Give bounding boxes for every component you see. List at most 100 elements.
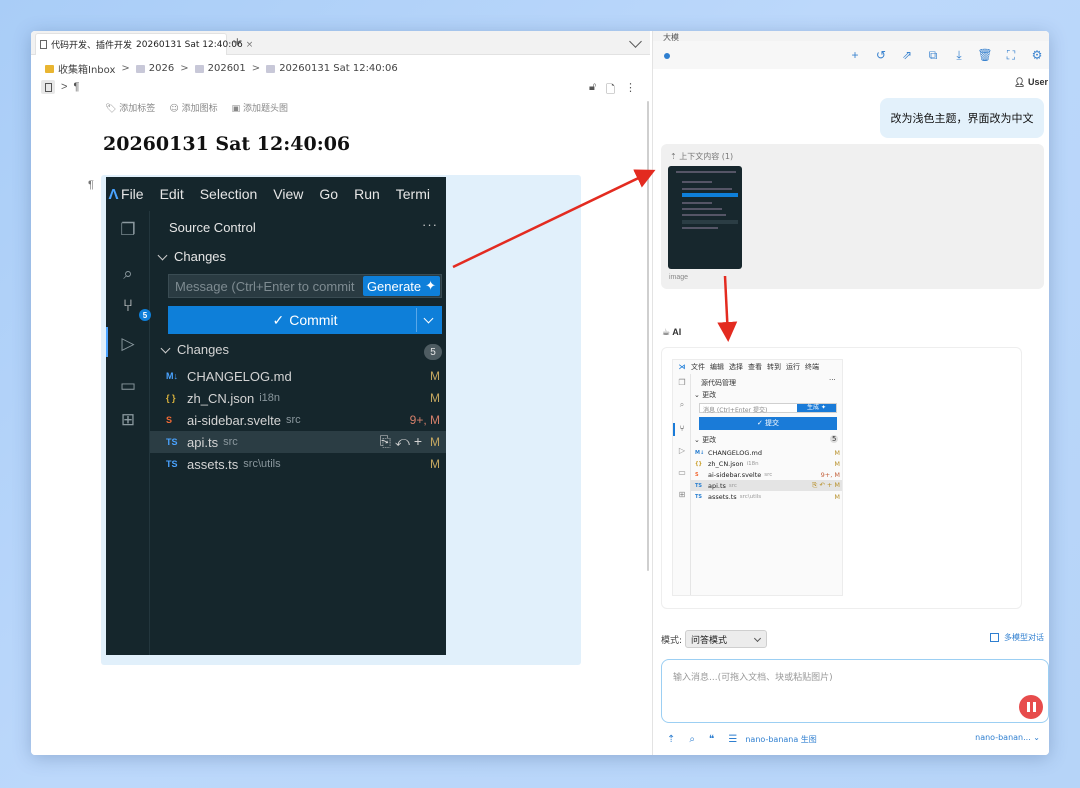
more-icon[interactable]: ⋮ bbox=[625, 81, 636, 100]
breadcrumb-separator: > bbox=[180, 63, 189, 74]
vscode-logo-icon: ⋊ bbox=[678, 363, 686, 371]
chevron-right-icon: ⇡ bbox=[670, 152, 677, 161]
changes-count-badge: 5 bbox=[424, 344, 442, 360]
close-icon[interactable]: × bbox=[246, 40, 254, 50]
app-window: 代码开发、插件开发 20260131 Sat 12:40:06 × + 收集箱I… bbox=[31, 31, 1049, 755]
source-control-icon: ⑂ bbox=[679, 424, 685, 433]
json-icon: { } bbox=[166, 393, 176, 403]
file-name: CHANGELOG.md bbox=[187, 368, 292, 384]
settings-icon[interactable]: ⚙ bbox=[1030, 48, 1044, 62]
generate-label: Generate bbox=[366, 278, 422, 294]
input-toolbar: ⇡ ⌕ ❝ ☰ nano-banana 生图 nano-banan... ⌄ bbox=[661, 731, 1044, 747]
menu-edit: Edit bbox=[159, 186, 184, 202]
menu-go: Go bbox=[319, 186, 339, 202]
document-icon bbox=[135, 64, 145, 73]
typescript-icon: TS bbox=[166, 437, 178, 447]
multi-model-button[interactable]: 多模型对话 bbox=[990, 632, 1044, 643]
file-dir: src bbox=[285, 414, 301, 426]
run-debug-icon: ▷ bbox=[121, 334, 135, 353]
light-file-row: M↓ CHANGELOG.md M bbox=[695, 448, 840, 457]
source-control-icon: ⑂ 5 bbox=[117, 295, 151, 321]
delete-icon[interactable]: 🗑︎ bbox=[977, 48, 992, 62]
chevron-down-icon bbox=[160, 343, 171, 353]
pause-icon bbox=[1026, 702, 1030, 712]
chevron-down-icon[interactable] bbox=[629, 35, 642, 48]
file-name: assets.ts bbox=[187, 456, 239, 472]
search-icon[interactable]: ⌕ bbox=[689, 734, 695, 745]
light-file-row: TS api.ts src ⎘ ↶ + M bbox=[691, 480, 842, 491]
menu-terminal: Termi bbox=[395, 186, 430, 202]
quote-icon[interactable]: ❝ bbox=[709, 734, 714, 745]
chat-input[interactable]: 输入消息...(可拖入文档、块或粘贴图片) bbox=[661, 659, 1049, 723]
add-tab-icon[interactable]: + bbox=[233, 34, 242, 51]
open-external-icon[interactable]: ⇗ bbox=[900, 48, 914, 62]
context-caption: image bbox=[669, 274, 689, 281]
file-dir: src bbox=[223, 436, 238, 448]
breadcrumb-item-inbox[interactable]: 收集箱Inbox bbox=[45, 61, 115, 76]
light-file-row: {} zh_CN.json i18n M bbox=[695, 459, 840, 468]
ai-label: ☕︎ AI bbox=[662, 327, 681, 338]
tab-doc-label: 20260131 Sat 12:40:06 bbox=[136, 39, 243, 50]
add-icon-button[interactable]: ☺ 添加图标 bbox=[169, 101, 217, 114]
tab-notebook-label: 代码开发、插件开发 bbox=[51, 41, 133, 51]
add-tag-button[interactable]: 🏷︎ 添加标签 bbox=[105, 101, 155, 114]
upload-icon[interactable]: ⇡ bbox=[667, 734, 675, 745]
generated-image[interactable]: ⋊ 文件 编辑 选择 查看 转到 运行 终端 ❐ ⌕ ⑂ ▷ ▭ ⊞ 源代码管理… bbox=[672, 359, 843, 596]
stop-button[interactable] bbox=[1019, 695, 1043, 719]
multi-model-label: 多模型对话 bbox=[1004, 633, 1044, 642]
light-changes-count: 5 bbox=[830, 435, 839, 443]
file-status: M bbox=[430, 391, 440, 405]
breadcrumb-item-doc[interactable]: 20260131 Sat 12:40:06 bbox=[266, 63, 398, 74]
mode-row: 模式: 问答模式 多模型对话 bbox=[661, 629, 1044, 649]
light-menubar: ⋊ 文件 编辑 选择 查看 转到 运行 终端 bbox=[673, 360, 842, 374]
file-icon[interactable]: 🗋︎ bbox=[606, 81, 615, 100]
breadcrumb-item-month[interactable]: 202601 bbox=[194, 63, 246, 74]
typescript-icon: TS bbox=[166, 459, 178, 469]
file-dir: i18n bbox=[259, 392, 280, 404]
editor-pane: 代码开发、插件开发 20260131 Sat 12:40:06 × + 收集箱I… bbox=[31, 31, 650, 755]
commit-button: ✓ Commit bbox=[168, 306, 442, 334]
chat-input-placeholder: 输入消息...(可拖入文档、块或粘贴图片) bbox=[673, 673, 833, 683]
page-title[interactable]: 20260131 Sat 12:40:06 bbox=[103, 133, 350, 155]
changes-header-label: Changes bbox=[174, 249, 227, 264]
stage-icon: + bbox=[413, 433, 426, 449]
doc-type-button[interactable] bbox=[41, 80, 55, 94]
context-image-thumbnail[interactable] bbox=[668, 166, 742, 269]
doc-toolbar: > ¶ bbox=[41, 80, 79, 94]
add-cover-button[interactable]: ▣ 添加题头图 bbox=[232, 101, 288, 114]
search-icon: ⌕ bbox=[123, 264, 133, 283]
tab-document[interactable]: 代码开发、插件开发 20260131 Sat 12:40:06 × bbox=[35, 33, 253, 55]
file-row: S ai-sidebar.svelte src 9+, M bbox=[150, 409, 446, 431]
user-label: 👤︎ User bbox=[1014, 77, 1048, 88]
breadcrumb-label: 2026 bbox=[148, 63, 175, 74]
add-icon-label: 添加图标 bbox=[181, 104, 218, 114]
fullscreen-icon[interactable]: ⛶ bbox=[1004, 48, 1018, 62]
model-tool-button[interactable]: nano-banana 生图 bbox=[745, 734, 816, 745]
light-panel-title: 源代码管理 bbox=[701, 379, 736, 387]
commit-divider bbox=[416, 308, 417, 332]
breadcrumb: 收集箱Inbox > 2026 > 202601 > 20260131 Sat … bbox=[45, 61, 398, 76]
history-icon[interactable]: ↺ bbox=[874, 48, 888, 62]
paragraph-icon[interactable]: ¶ bbox=[73, 81, 79, 93]
vscode-logo-icon: Λ bbox=[108, 185, 119, 203]
tools-icon[interactable]: ☰ bbox=[728, 734, 737, 745]
scrollbar[interactable] bbox=[647, 101, 649, 571]
new-chat-icon[interactable]: + bbox=[848, 48, 862, 62]
context-title[interactable]: ⇡ 上下文内容 (1) bbox=[670, 151, 733, 162]
block-handle-icon[interactable]: ¶ bbox=[88, 179, 94, 191]
download-icon[interactable]: ⤓ bbox=[952, 48, 966, 62]
activity-bar: ❐ ⌕ ⑂ 5 ▷ ▭ ⊞ bbox=[106, 211, 151, 655]
copy-icon[interactable]: ⧉ bbox=[926, 48, 940, 62]
breadcrumb-label: 收集箱Inbox bbox=[58, 65, 116, 76]
model-select[interactable]: nano-banan... ⌄ bbox=[975, 733, 1040, 742]
lock-icon[interactable]: 🔓︎ bbox=[589, 81, 596, 100]
document-icon bbox=[40, 40, 47, 49]
mode-select[interactable]: 问答模式 bbox=[685, 630, 768, 648]
document-icon bbox=[194, 64, 204, 73]
file-name: zh_CN.json bbox=[187, 390, 255, 406]
breadcrumb-item-year[interactable]: 2026 bbox=[135, 63, 175, 74]
generate-button: Generate ✦ bbox=[363, 276, 440, 296]
context-box: ⇡ 上下文内容 (1) image bbox=[661, 144, 1044, 289]
ai-response: ⋊ 文件 编辑 选择 查看 转到 运行 终端 ❐ ⌕ ⑂ ▷ ▭ ⊞ 源代码管理… bbox=[661, 347, 1022, 609]
breadcrumb-label: 20260131 Sat 12:40:06 bbox=[279, 63, 398, 74]
